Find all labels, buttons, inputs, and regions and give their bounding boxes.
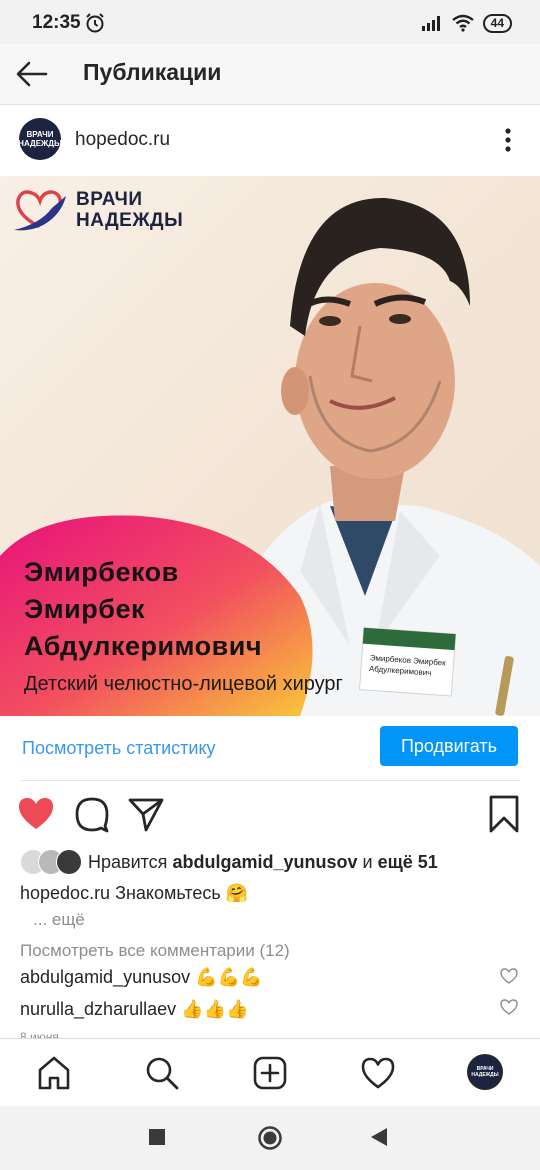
- home-icon[interactable]: [36, 1055, 72, 1091]
- likes-more[interactable]: ещё 51: [378, 852, 438, 872]
- like-heart-icon[interactable]: [16, 794, 56, 834]
- avatar-text: ВРАЧИ НАДЕЖДЫ: [18, 130, 62, 148]
- likes-prefix: Нравится: [88, 851, 168, 872]
- brand-line2: НАДЕЖДЫ: [76, 210, 184, 231]
- post-image[interactable]: Эмирбеков Эмирбек Абдулкеримович ВРАЧИ Н…: [0, 176, 540, 716]
- heart-dove-icon: [14, 190, 66, 231]
- post-actions: [0, 792, 540, 838]
- comment-user[interactable]: abdulgamid_yunusov: [20, 967, 190, 987]
- bottom-navigation: ВРАЧИ НАДЕЖДЫ: [0, 1038, 540, 1107]
- caption-text: Знакомьтесь 🤗: [115, 883, 249, 903]
- comment-text: 👍👍👍: [181, 999, 249, 1019]
- brand-logo: ВРАЧИ НАДЕЖДЫ: [12, 186, 183, 234]
- name-line3: Абдулкеримович: [24, 631, 263, 661]
- battery-indicator: 44: [482, 13, 512, 33]
- status-time: 12:35: [32, 12, 81, 33]
- share-send-icon[interactable]: [126, 794, 166, 834]
- comment: abdulgamid_yunusov 💪💪💪: [20, 967, 262, 988]
- profile-avatar[interactable]: ВРАЧИ НАДЕЖДЫ: [467, 1054, 503, 1090]
- comment-user[interactable]: nurulla_dzharullaev: [20, 999, 176, 1019]
- promote-button[interactable]: Продвигать: [380, 726, 518, 766]
- wifi-icon: [451, 14, 474, 32]
- profile-avatar-text: ВРАЧИ НАДЕЖДЫ: [471, 1066, 499, 1078]
- recent-apps-icon[interactable]: [148, 1128, 166, 1146]
- liker-avatars: [20, 849, 84, 875]
- view-all-comments-link[interactable]: Посмотреть все комментарии (12): [20, 941, 290, 961]
- liker-avatar: [56, 849, 82, 875]
- likes-and: и: [362, 851, 373, 872]
- divider: [20, 780, 520, 781]
- post-date: 8 июня: [20, 1030, 59, 1038]
- more-options-icon[interactable]: [498, 124, 518, 156]
- home-circle-icon[interactable]: [257, 1125, 283, 1151]
- view-insights-link[interactable]: Посмотреть статистику: [22, 738, 216, 759]
- doctor-name: Эмирбеков Эмирбек Абдулкеримович: [24, 554, 262, 665]
- comment-like-icon[interactable]: [500, 998, 518, 1016]
- caption: hopedoc.ru Знакомьтесь 🤗: [20, 883, 248, 904]
- caption-user[interactable]: hopedoc.ru: [20, 883, 110, 903]
- bookmark-icon[interactable]: [484, 794, 524, 834]
- alarm-icon: [86, 13, 104, 33]
- likes-user[interactable]: abdulgamid_yunusov: [172, 852, 357, 872]
- signal-icon: [421, 16, 440, 31]
- brand-line1: ВРАЧИ: [76, 189, 143, 210]
- app-bar: Публикации: [0, 44, 540, 105]
- back-arrow-icon[interactable]: [14, 56, 50, 92]
- likes-summary[interactable]: Нравится abdulgamid_yunusov и ещё 51: [20, 848, 438, 876]
- back-triangle-icon[interactable]: [370, 1127, 388, 1147]
- post-username[interactable]: hopedoc.ru: [75, 129, 170, 151]
- comment-text: 💪💪💪: [195, 967, 263, 987]
- comment-like-icon[interactable]: [500, 967, 518, 985]
- activity-heart-icon[interactable]: [360, 1055, 396, 1091]
- comment-icon[interactable]: [72, 794, 112, 834]
- status-icons: 44: [421, 12, 512, 34]
- new-post-icon[interactable]: [252, 1055, 288, 1091]
- name-line2: Эмирбек: [24, 594, 145, 624]
- name-line1: Эмирбеков: [24, 557, 179, 587]
- insights-row: Посмотреть статистику Продвигать: [0, 716, 540, 780]
- post-header: ВРАЧИ НАДЕЖДЫ hopedoc.ru: [0, 104, 540, 176]
- search-icon[interactable]: [144, 1055, 180, 1091]
- likes-text: Нравится abdulgamid_yunusov и ещё 51: [88, 852, 438, 873]
- status-bar: 12:35 44: [0, 0, 540, 44]
- caption-more-link[interactable]: ... ещё: [33, 910, 85, 930]
- page-title: Публикации: [83, 59, 222, 85]
- avatar[interactable]: ВРАЧИ НАДЕЖДЫ: [18, 118, 62, 160]
- comment: nurulla_dzharullaev 👍👍👍: [20, 999, 248, 1020]
- doctor-role: Детский челюстно-лицевой хирург: [24, 673, 343, 695]
- system-navigation: [0, 1106, 540, 1170]
